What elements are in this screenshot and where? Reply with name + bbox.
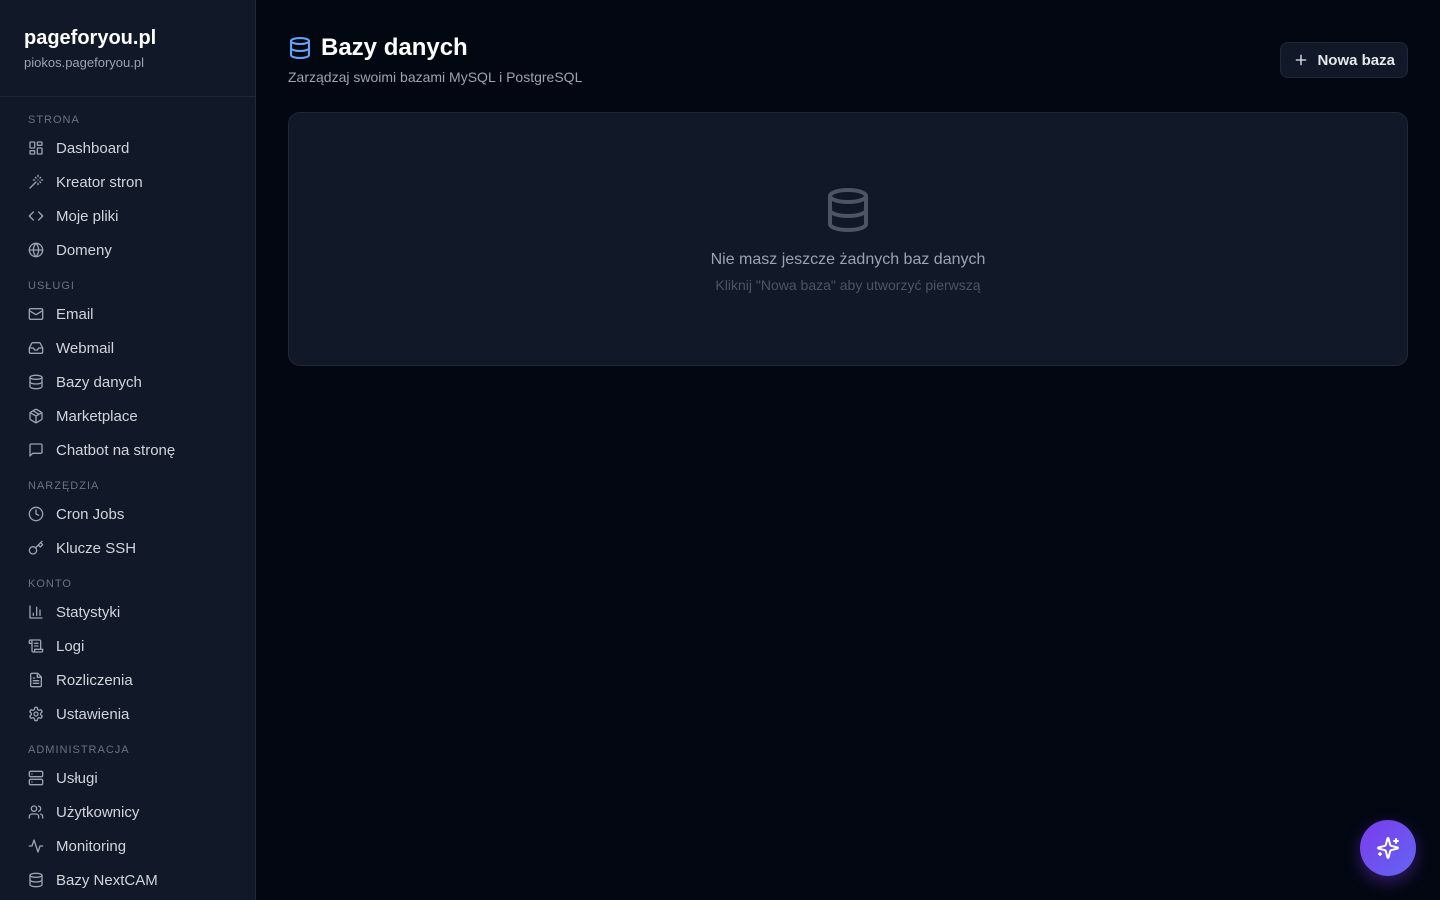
- sidebar-item-marketplace[interactable]: Marketplace: [12, 399, 243, 433]
- sidebar-item-logi[interactable]: Logi: [12, 629, 243, 663]
- sidebar-item-label: Bazy NextCAM: [56, 871, 158, 889]
- scroll-icon: [28, 638, 44, 654]
- nav-section-konto: KONTO Statystyki Logi Rozliczenia Ustawienia: [12, 577, 243, 731]
- sidebar-item-statystyki[interactable]: Statystyki: [12, 595, 243, 629]
- activity-icon: [28, 838, 44, 854]
- brand-title[interactable]: pageforyou.pl: [24, 26, 231, 50]
- sidebar-item-label: Cron Jobs: [56, 505, 125, 523]
- main-content: Bazy danych Zarządzaj swoimi bazami MySQ…: [256, 0, 1440, 900]
- sidebar-item-monitoring[interactable]: Monitoring: [12, 829, 243, 863]
- sidebar-item-label: Dashboard: [56, 139, 130, 157]
- sidebar-item-klucze-ssh[interactable]: Klucze SSH: [12, 531, 243, 565]
- sidebar-item-label: Email: [56, 305, 94, 323]
- sidebar-item-moje-pliki[interactable]: Moje pliki: [12, 199, 243, 233]
- empty-state-subtitle: Kliknij "Nowa baza" aby utworzyć pierwsz…: [715, 276, 981, 293]
- page-header: Bazy danych Zarządzaj swoimi bazami MySQ…: [288, 32, 1408, 112]
- plus-icon: [1293, 52, 1309, 68]
- nav-section-header: ADMINISTRACJA: [28, 744, 130, 756]
- sidebar-item-bazy-danych[interactable]: Bazy danych: [12, 365, 243, 399]
- sidebar-nav: STRONA Dashboard Kreator stron Moje pliki Do…: [0, 97, 255, 897]
- database-icon: [824, 186, 872, 239]
- nav-section-header: USŁUGI: [28, 280, 75, 292]
- sidebar-item-kreator-stron[interactable]: Kreator stron: [12, 165, 243, 199]
- mail-icon: [28, 306, 44, 322]
- sidebar-item-uslugi[interactable]: Usługi: [12, 761, 243, 795]
- sidebar-item-label: Rozliczenia: [56, 671, 133, 689]
- sidebar-item-label: Bazy danych: [56, 373, 142, 391]
- database-icon: [288, 36, 312, 60]
- sidebar-item-label: Ustawienia: [56, 705, 130, 723]
- nav-section-strona: STRONA Dashboard Kreator stron Moje pliki Do…: [12, 113, 243, 267]
- sidebar-item-webmail[interactable]: Webmail: [12, 331, 243, 365]
- sidebar-item-chatbot-na-strone[interactable]: Chatbot na stronę: [12, 433, 243, 467]
- package-icon: [28, 408, 44, 424]
- code-icon: [28, 208, 44, 224]
- sidebar-item-cron-jobs[interactable]: Cron Jobs: [12, 497, 243, 531]
- empty-state-card: Nie masz jeszcze żadnych baz danych Klik…: [288, 112, 1408, 366]
- bar-chart-icon: [28, 604, 44, 620]
- nav-section-header: NARZĘDZIA: [28, 480, 100, 492]
- sidebar-item-rozliczenia[interactable]: Rozliczenia: [12, 663, 243, 697]
- database-icon: [28, 374, 44, 390]
- sidebar-item-email[interactable]: Email: [12, 297, 243, 331]
- inbox-icon: [28, 340, 44, 356]
- brand-subtitle: piokos.pageforyou.pl: [24, 55, 144, 70]
- sidebar-item-label: Klucze SSH: [56, 539, 137, 557]
- nav-section-administracja: ADMINISTRACJA Usługi Użytkownicy Monitoring…: [12, 743, 243, 897]
- sidebar-item-label: Usługi: [56, 769, 98, 787]
- clock-icon: [28, 506, 44, 522]
- new-database-button[interactable]: Nowa baza: [1280, 42, 1408, 78]
- sidebar-item-ustawienia[interactable]: Ustawienia: [12, 697, 243, 731]
- sidebar-item-label: Webmail: [56, 339, 115, 357]
- database-icon: [28, 872, 44, 888]
- nav-section-narzedzia: NARZĘDZIA Cron Jobs Klucze SSH: [12, 479, 243, 565]
- sidebar-item-label: Użytkownicy: [56, 803, 140, 821]
- nav-section-header: KONTO: [28, 578, 72, 590]
- globe-icon: [28, 242, 44, 258]
- sidebar-item-domeny[interactable]: Domeny: [12, 233, 243, 267]
- sidebar-item-label: Logi: [56, 637, 85, 655]
- sidebar-item-label: Statystyki: [56, 603, 121, 621]
- sidebar-item-label: Domeny: [56, 241, 112, 259]
- server-icon: [28, 770, 44, 786]
- brand: pageforyou.pl piokos.pageforyou.pl: [0, 0, 255, 97]
- sparkles-icon: [1377, 837, 1399, 859]
- sidebar-item-dashboard[interactable]: Dashboard: [12, 131, 243, 165]
- page-heading: Bazy danych Zarządzaj swoimi bazami MySQ…: [288, 32, 582, 85]
- sidebar-item-bazy-nextcam[interactable]: Bazy NextCAM: [12, 863, 243, 897]
- file-text-icon: [28, 672, 44, 688]
- sidebar-item-label: Chatbot na stronę: [56, 441, 176, 459]
- sidebar: pageforyou.pl piokos.pageforyou.pl STRON…: [0, 0, 256, 900]
- sidebar-item-label: Moje pliki: [56, 207, 119, 225]
- key-icon: [28, 540, 44, 556]
- nav-section-uslugi: USŁUGI Email Webmail Bazy danych Marketplace…: [12, 279, 243, 467]
- layout-grid-icon: [28, 140, 44, 156]
- empty-state-title: Nie masz jeszcze żadnych baz danych: [710, 250, 986, 268]
- magic-wand-icon: [28, 174, 44, 190]
- title-row: Bazy danych: [288, 32, 582, 64]
- gear-icon: [28, 706, 44, 722]
- ai-assistant-button[interactable]: [1360, 820, 1416, 876]
- page-subtitle: Zarządzaj swoimi bazami MySQL i PostgreS…: [288, 69, 583, 85]
- users-icon: [28, 804, 44, 820]
- sidebar-item-label: Kreator stron: [56, 173, 143, 191]
- nav-section-header: STRONA: [28, 114, 80, 126]
- message-square-icon: [28, 442, 44, 458]
- page-title: Bazy danych: [321, 34, 468, 61]
- sidebar-item-label: Monitoring: [56, 837, 127, 855]
- sidebar-item-label: Marketplace: [56, 407, 138, 425]
- new-database-label: Nowa baza: [1317, 51, 1395, 69]
- sidebar-item-uzytkownicy[interactable]: Użytkownicy: [12, 795, 243, 829]
